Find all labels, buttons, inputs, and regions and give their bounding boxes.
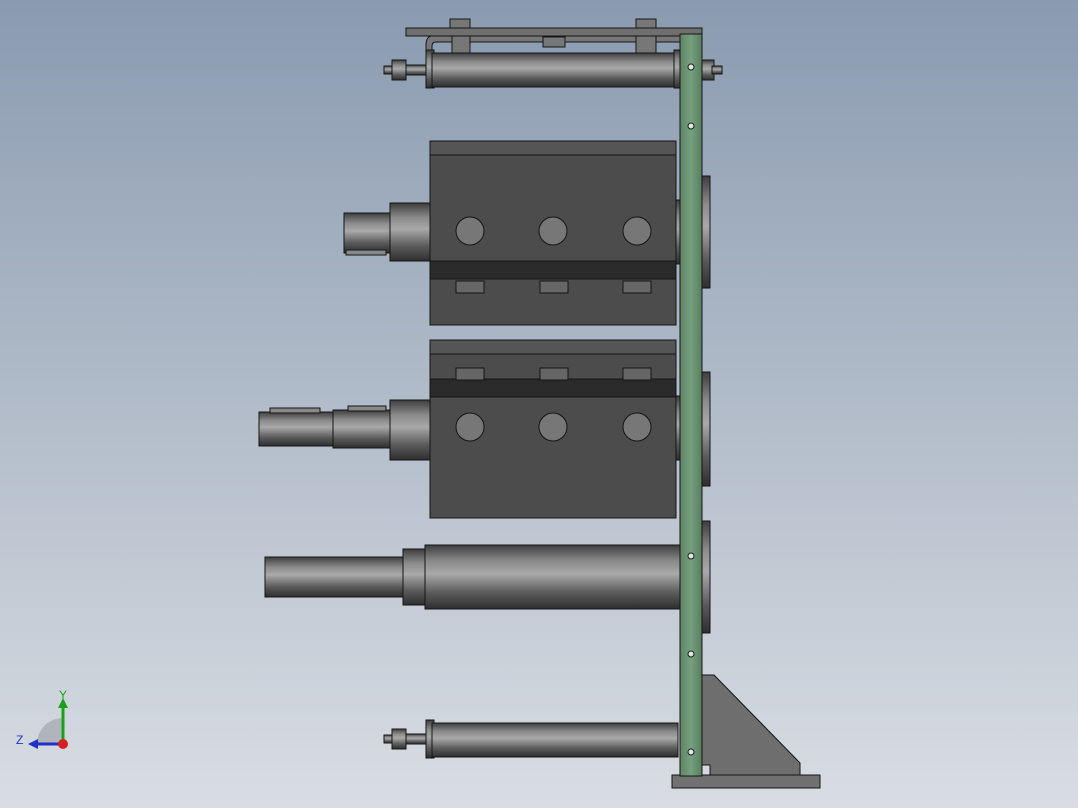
nut[interactable] xyxy=(539,367,569,381)
top-bolt-right[interactable] xyxy=(635,18,657,55)
y-axis-label: Y xyxy=(59,688,67,702)
plate-hole xyxy=(687,122,695,130)
nut[interactable] xyxy=(622,280,652,294)
plate-hole xyxy=(687,748,695,756)
bottom-roller[interactable] xyxy=(383,719,723,759)
upper-block-groove xyxy=(429,260,677,280)
cad-viewport[interactable]: Y Z xyxy=(0,0,1078,808)
plate-hole xyxy=(687,650,695,658)
top-center-nut[interactable] xyxy=(542,36,566,48)
top-bolt-left[interactable] xyxy=(449,18,471,55)
vertical-mounting-plate[interactable] xyxy=(679,33,703,777)
bolt-head[interactable] xyxy=(538,216,568,246)
base-plate[interactable] xyxy=(671,774,821,789)
bolt-head[interactable] xyxy=(538,412,568,442)
bolt-head[interactable] xyxy=(622,216,652,246)
top-bracket-bar[interactable] xyxy=(405,27,703,37)
bolt-head[interactable] xyxy=(455,216,485,246)
nut[interactable] xyxy=(455,280,485,294)
z-axis-label: Z xyxy=(16,733,23,747)
bolt-head[interactable] xyxy=(622,412,652,442)
nut[interactable] xyxy=(539,280,569,294)
bolt-head[interactable] xyxy=(455,412,485,442)
nut[interactable] xyxy=(622,367,652,381)
x-axis-dot xyxy=(58,739,68,749)
lower-block-groove xyxy=(429,378,677,398)
nut[interactable] xyxy=(455,367,485,381)
plate-hole xyxy=(687,552,695,560)
plate-hole xyxy=(687,63,695,71)
top-roller[interactable] xyxy=(383,49,723,89)
